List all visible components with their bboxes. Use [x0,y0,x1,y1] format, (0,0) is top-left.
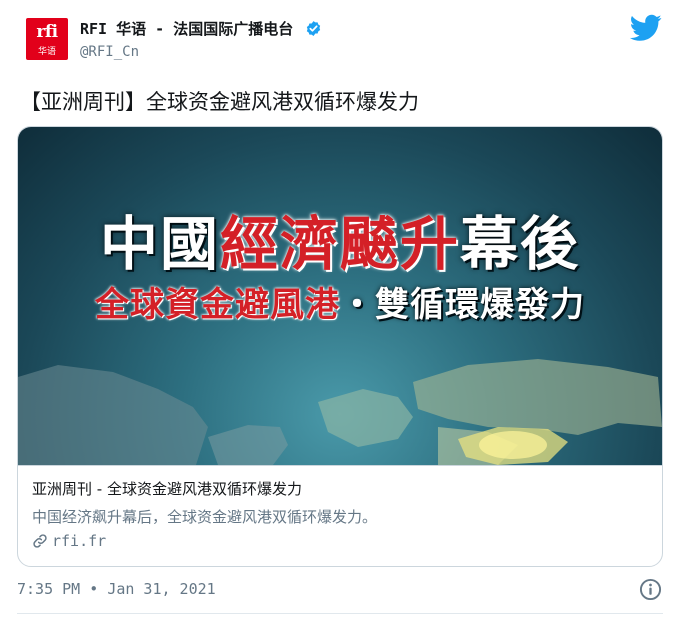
avatar-logo-text: rfi [36,22,58,42]
tweet-text: 【亚洲周刊】全球资金避风港双循环爆发力 [20,90,419,114]
image-headline-main: 中國經濟飇升幕後 [18,197,662,281]
tweet-date: Jan 31, 2021 [107,580,216,598]
info-icon[interactable] [639,578,662,601]
verified-badge-icon [307,21,321,36]
card-description: 中国经济飙升幕后，全球资金避风港双循环爆发力。 [32,508,378,526]
image-headline-white-start: 中國 [99,210,220,278]
tweet-timestamp[interactable]: 7:35 PM • Jan 31, 2021 [17,580,216,598]
author-name-text: RFI 华语 - 法国国际广播电台 [80,20,294,38]
card-image[interactable]: 中國經濟飇升幕後 全球資金避風港・雙循環爆發力 [18,127,662,465]
image-headline-sub: 全球資金避風港・雙循環爆發力 [18,277,662,326]
avatar[interactable]: rfi 华语 [26,18,68,60]
divider [17,613,663,614]
twitter-bird-icon[interactable] [630,14,662,42]
avatar-logo-subtext: 华语 [37,47,56,57]
link-preview-card[interactable]: 中國經濟飇升幕後 全球資金避風港・雙循環爆發力 亚洲周刊 - 全球资金避风港双循… [17,126,663,567]
image-headline-red: 經濟飇升 [219,210,460,278]
author-name[interactable]: RFI 华语 - 法国国际广播电台 [80,18,322,39]
tweet-time: 7:35 PM [17,580,81,598]
tweet-header: rfi 华语 RFI 华语 - 法国国际广播电台 @RFI_Cn [22,14,662,66]
image-headline-white-end: 幕後 [460,210,581,278]
card-link[interactable]: rfi.fr [32,532,106,550]
timestamp-separator: • [89,580,99,598]
link-icon [33,534,47,548]
card-link-text: rfi.fr [52,532,107,550]
author-handle[interactable]: @RFI_Cn [80,44,139,60]
image-sub-red: 全球資金避風港 [95,285,340,325]
card-body[interactable]: 亚洲周刊 - 全球资金避风港双循环爆发力 中国经济飙升幕后，全球资金避风港双循环… [18,465,662,566]
image-sub-white: ・雙循環爆發力 [340,285,585,325]
card-title: 亚洲周刊 - 全球资金避风港双循环爆发力 [32,480,302,498]
